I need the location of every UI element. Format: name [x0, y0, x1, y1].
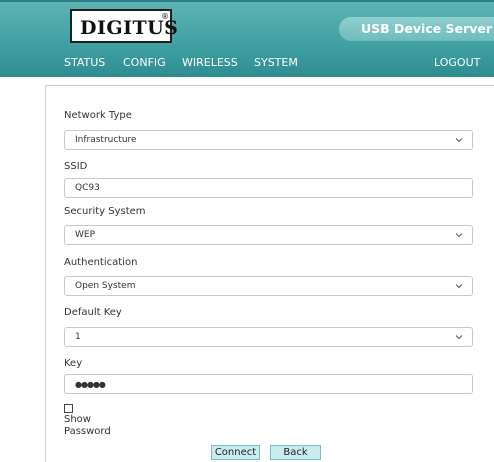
chevron-down-icon	[455, 284, 463, 289]
nav-logout[interactable]: LOGOUT	[434, 56, 480, 69]
default-key-select[interactable]: 1	[64, 327, 473, 347]
ssid-input[interactable]: QC93	[64, 178, 473, 198]
network-type-value: Infrastructure	[75, 135, 137, 145]
chevron-down-icon	[455, 335, 463, 340]
chevron-down-icon	[455, 233, 463, 238]
key-password-input[interactable]: ●●●●●	[64, 374, 473, 394]
authentication-value: Open System	[75, 281, 136, 291]
default-key-label: Default Key	[64, 307, 122, 318]
key-label: Key	[64, 358, 83, 369]
network-type-label: Network Type	[64, 110, 132, 121]
key-masked-value: ●●●●●	[75, 380, 106, 389]
chevron-down-icon	[455, 138, 463, 143]
network-type-select[interactable]: Infrastructure	[64, 130, 473, 150]
back-button[interactable]: Back	[270, 445, 321, 460]
show-password-label-line1: Show	[64, 414, 91, 425]
security-system-value: WEP	[75, 230, 96, 240]
top-header: DIGITUS ® USB Device Server STATUS CONFI…	[0, 0, 494, 77]
security-system-label: Security System	[64, 206, 146, 217]
nav-wireless[interactable]: WIRELESS	[182, 56, 238, 69]
logo-registered-mark: ®	[161, 12, 169, 21]
nav-status[interactable]: STATUS	[64, 56, 105, 69]
ssid-value: QC93	[75, 183, 100, 193]
product-name-badge: USB Device Server	[339, 17, 494, 41]
digitus-logo: DIGITUS ®	[70, 9, 178, 43]
ssid-label: SSID	[64, 161, 88, 172]
authentication-label: Authentication	[64, 257, 138, 268]
header-top-line	[0, 0, 494, 2]
security-system-select[interactable]: WEP	[64, 225, 473, 245]
connect-button[interactable]: Connect	[211, 445, 260, 460]
show-password-label-line2: Password	[64, 426, 111, 437]
nav-config[interactable]: CONFIG	[123, 56, 166, 69]
default-key-value: 1	[75, 332, 81, 342]
authentication-select[interactable]: Open System	[64, 276, 473, 296]
nav-system[interactable]: SYSTEM	[254, 56, 298, 69]
show-password-checkbox[interactable]	[64, 404, 73, 413]
